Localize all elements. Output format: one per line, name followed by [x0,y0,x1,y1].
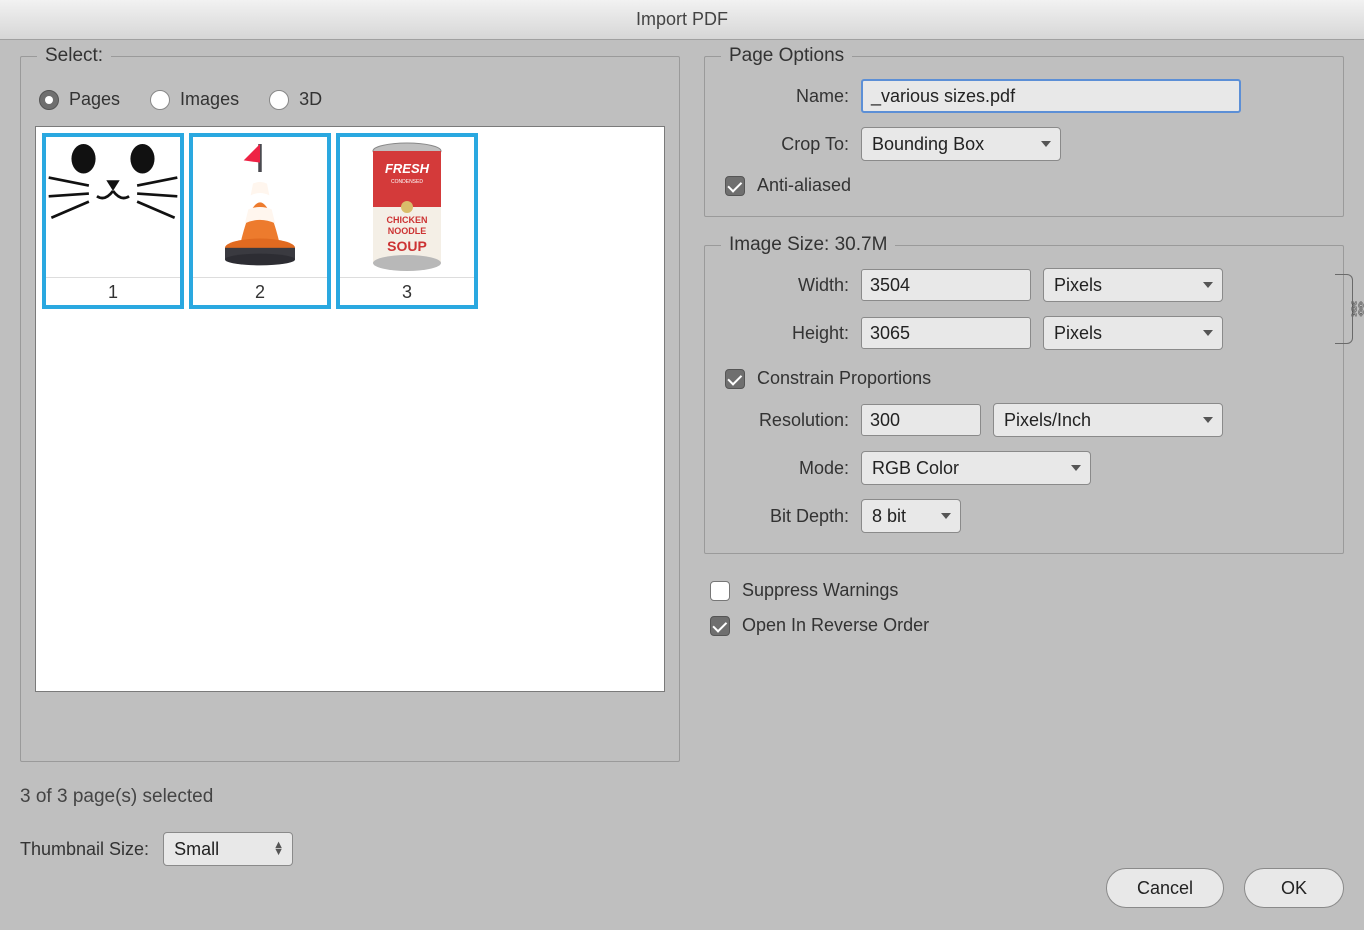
crop-label: Crop To: [719,134,849,155]
svg-text:NOODLE: NOODLE [388,226,427,236]
mode-select[interactable]: RGB Color [861,451,1091,485]
crop-to-select[interactable]: Bounding Box [861,127,1061,161]
cancel-button[interactable]: Cancel [1106,868,1224,908]
thumbnail-size-value: Small [174,839,219,860]
width-value: 3504 [870,275,910,296]
thumbnail-size-select[interactable]: Small ▲▼ [163,832,293,866]
radio-dot-icon [269,90,289,110]
cancel-label: Cancel [1137,878,1193,899]
select-legend: Select: [37,45,111,67]
bitdepth-label: Bit Depth: [719,506,849,527]
svg-text:CHICKEN: CHICKEN [386,215,427,225]
radio-pages-label: Pages [69,89,120,110]
radio-images[interactable]: Images [150,89,239,110]
page-thumb-3[interactable]: FRESH CONDENSED CHICKEN NOODLE SOUP 3 [336,133,478,309]
radio-images-label: Images [180,89,239,110]
open-reverse-checkbox[interactable] [710,616,730,636]
image-size-legend: Image Size: 30.7M [721,234,895,256]
window-title: Import PDF [636,9,728,30]
selection-status: 3 of 3 page(s) selected [20,786,680,808]
crop-to-value: Bounding Box [872,134,984,155]
antialiased-checkbox[interactable] [725,176,745,196]
width-label: Width: [719,275,849,296]
resolution-unit-value: Pixels/Inch [1004,410,1091,431]
antialiased-label: Anti-aliased [757,175,851,196]
resolution-unit-select[interactable]: Pixels/Inch [993,403,1223,437]
name-input[interactable]: _various sizes.pdf [861,79,1241,113]
bitdepth-value: 8 bit [872,506,906,527]
radio-3d[interactable]: 3D [269,89,322,110]
radio-3d-label: 3D [299,89,322,110]
select-group: Select: Pages Images 3D [20,56,680,762]
page-thumb-2-num: 2 [193,278,327,305]
page-thumb-1[interactable]: 1 [42,133,184,309]
bitdepth-select[interactable]: 8 bit [861,499,961,533]
constrain-link-icon[interactable]: ⛓ [1348,300,1364,318]
name-label: Name: [719,86,849,107]
name-value: _various sizes.pdf [871,86,1015,107]
ok-button[interactable]: OK [1244,868,1344,908]
radio-dot-icon [39,90,59,110]
mode-value: RGB Color [872,458,959,479]
resolution-input[interactable]: 300 [861,404,981,436]
svg-text:CONDENSED: CONDENSED [391,179,423,185]
constrain-checkbox[interactable] [725,369,745,389]
title-bar: Import PDF [0,0,1364,40]
radio-pages[interactable]: Pages [39,89,120,110]
width-unit-select[interactable]: Pixels [1043,268,1223,302]
page-thumb-2[interactable]: 2 [189,133,331,309]
radio-dot-icon [150,90,170,110]
page-thumb-1-num: 1 [46,278,180,305]
resolution-label: Resolution: [719,410,849,431]
height-input[interactable]: 3065 [861,317,1031,349]
page-thumb-3-num: 3 [340,278,474,305]
height-unit-value: Pixels [1054,323,1102,344]
image-size-group: Image Size: 30.7M Width: 3504 Pixels Hei… [704,245,1344,554]
svg-text:SOUP: SOUP [387,238,427,254]
thumbnail-size-label: Thumbnail Size: [20,839,149,860]
width-unit-value: Pixels [1054,275,1102,296]
page-thumb-3-art: FRESH CONDENSED CHICKEN NOODLE SOUP [340,137,474,278]
resolution-value: 300 [870,410,900,431]
open-reverse-label: Open In Reverse Order [742,615,929,636]
thumbnail-area: 1 [35,126,665,692]
suppress-warnings-checkbox[interactable] [710,581,730,601]
page-options-legend: Page Options [721,45,852,67]
height-label: Height: [719,323,849,344]
suppress-warnings-label: Suppress Warnings [742,580,898,601]
svg-text:FRESH: FRESH [385,161,430,176]
height-value: 3065 [870,323,910,344]
page-thumb-2-art [193,137,327,278]
width-input[interactable]: 3504 [861,269,1031,301]
mode-label: Mode: [719,458,849,479]
chevron-updown-icon: ▲▼ [273,842,284,856]
page-options-group: Page Options Name: _various sizes.pdf Cr… [704,56,1344,217]
ok-label: OK [1281,878,1307,899]
select-radio-row: Pages Images 3D [35,79,665,126]
constrain-label: Constrain Proportions [757,368,931,389]
page-thumb-1-art [46,137,180,278]
height-unit-select[interactable]: Pixels [1043,316,1223,350]
